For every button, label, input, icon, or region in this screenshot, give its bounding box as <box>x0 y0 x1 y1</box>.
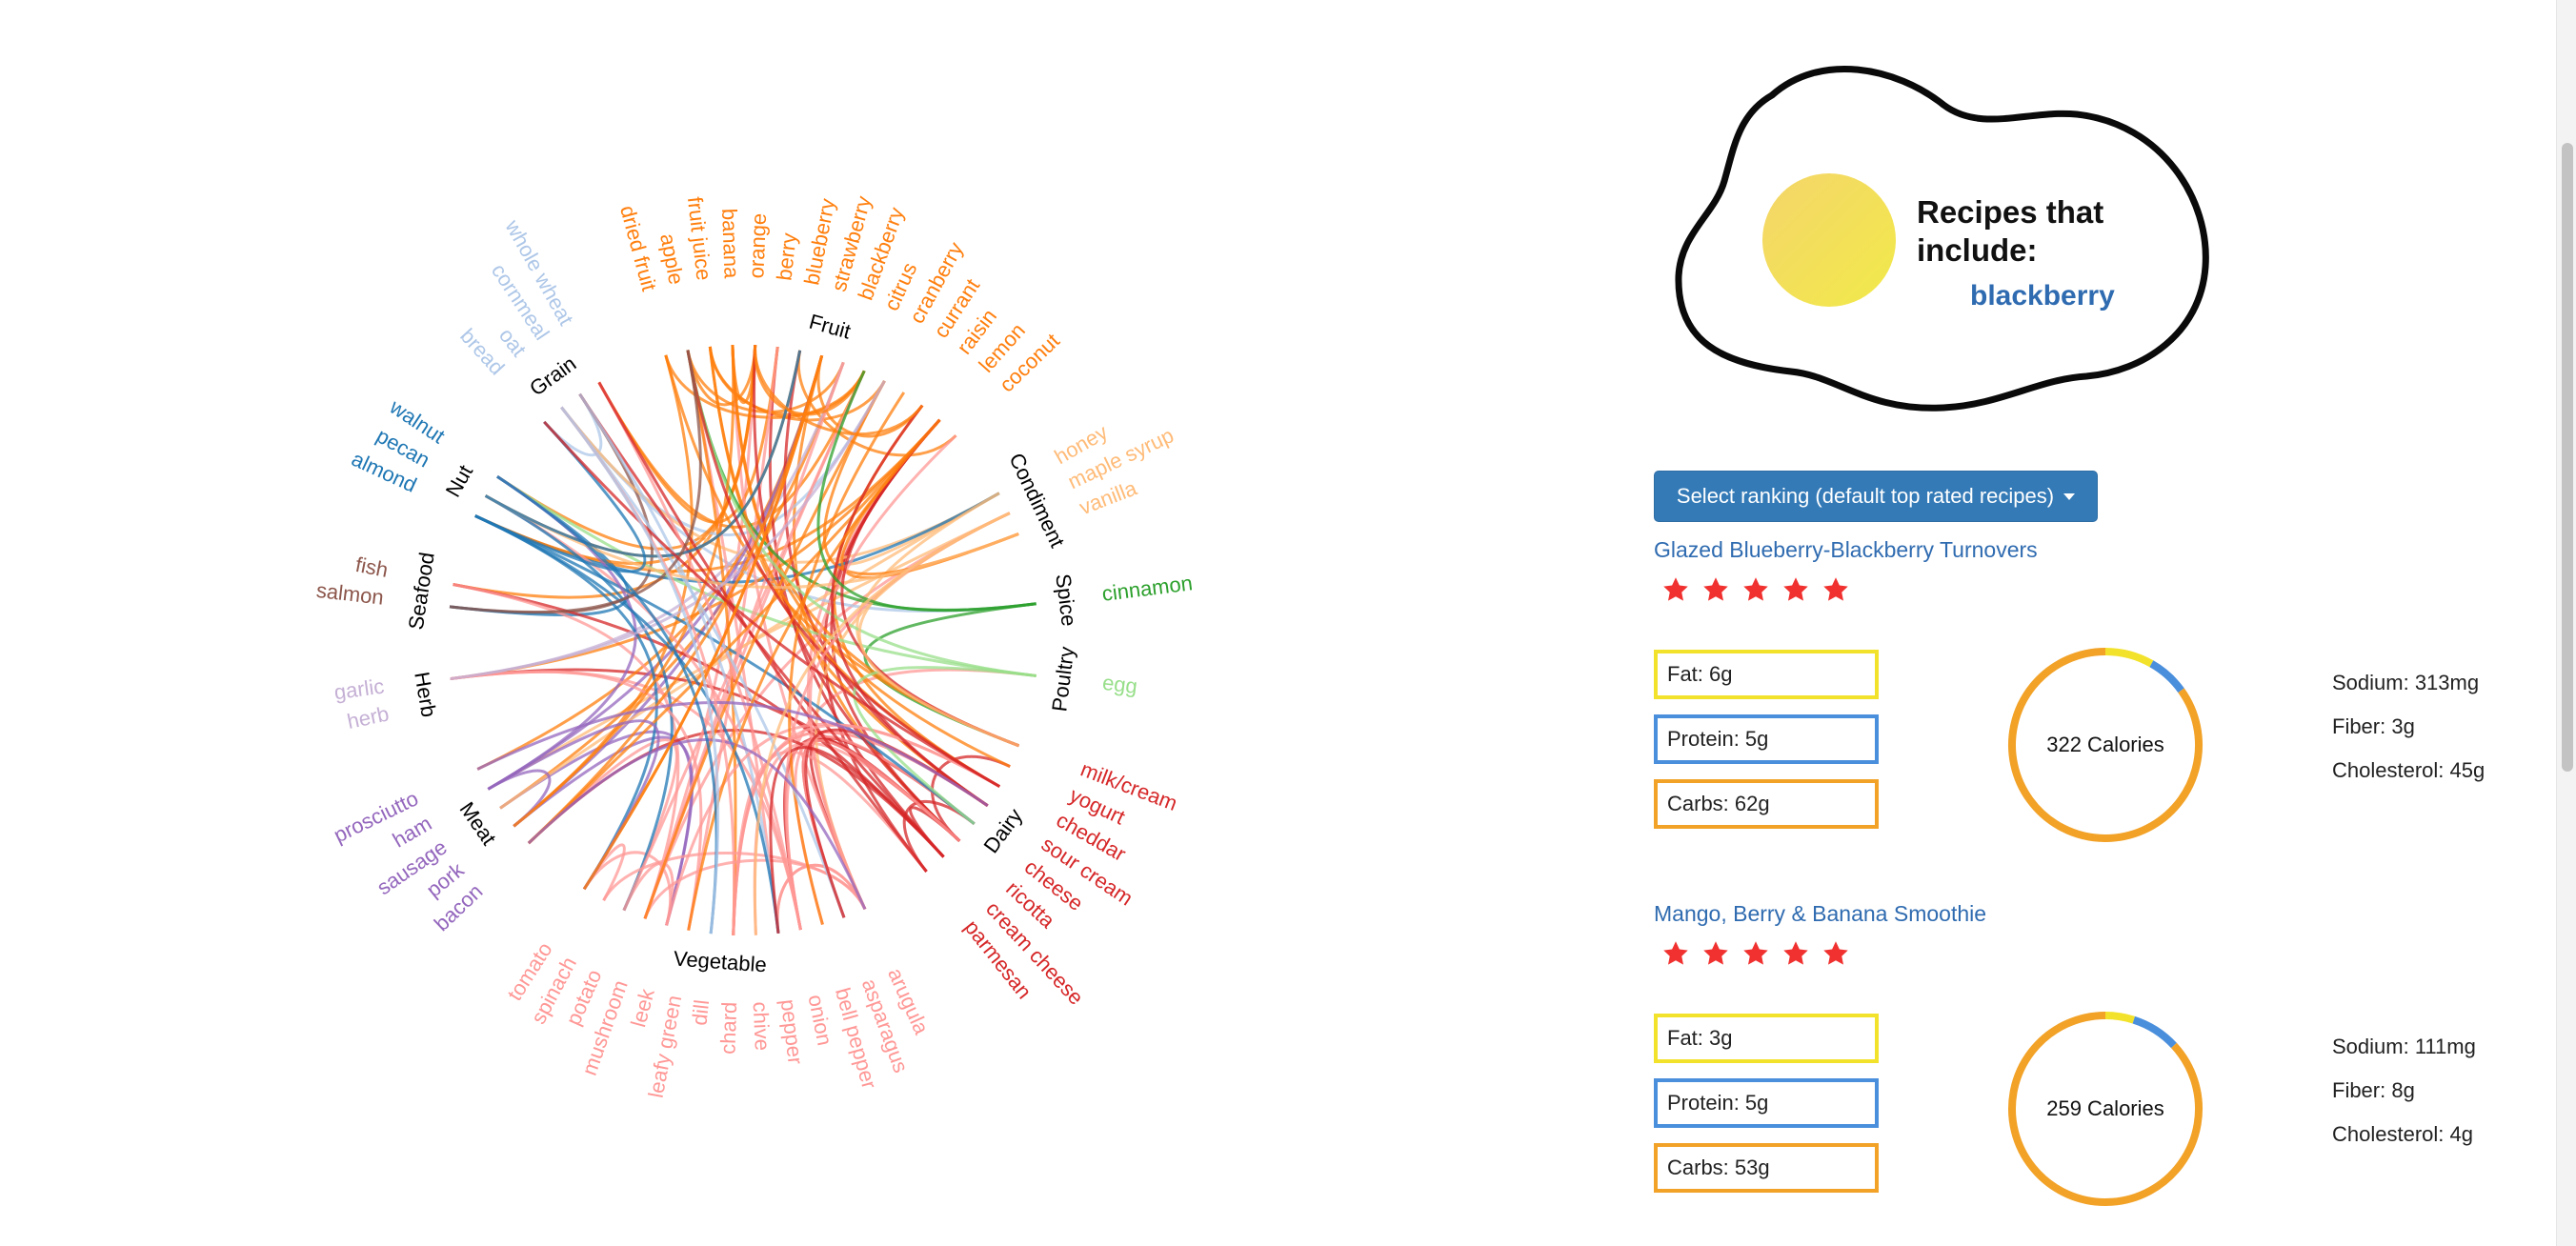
egg-yolk <box>1762 173 1896 307</box>
category-label: Spice <box>1051 573 1081 628</box>
star-icon <box>1663 941 1688 965</box>
category-label: Nut <box>441 461 478 501</box>
ingredient-label[interactable]: berry <box>772 231 801 282</box>
fat-box: Fat: 6g <box>1654 650 1879 699</box>
category-label: Grain <box>525 352 580 401</box>
fat-box: Fat: 3g <box>1654 1014 1879 1063</box>
category-label: Seafood <box>404 551 439 632</box>
sodium-stat: Sodium: 313mg <box>2332 671 2480 694</box>
category-label: Herb <box>410 670 441 718</box>
carbs-box: Carbs: 53g <box>1654 1143 1879 1193</box>
cholesterol-stat: Cholesterol: 45g <box>2332 758 2485 782</box>
fiber-stat: Fiber: 8g <box>2332 1078 2415 1102</box>
category-label: Dairy <box>978 804 1027 857</box>
star-icon <box>1783 941 1808 965</box>
ingredient-link <box>902 800 976 873</box>
ingredient-label[interactable]: fish <box>353 553 390 582</box>
ingredient-label[interactable]: dill <box>687 998 714 1026</box>
ingredient-label[interactable]: chive <box>749 1001 775 1051</box>
ingredient-label[interactable]: leek <box>626 985 659 1029</box>
star-icon <box>1783 577 1808 601</box>
ingredient-label[interactable]: apple <box>655 231 689 287</box>
calories-label: 322 Calories <box>2046 733 2164 756</box>
category-label: Poultry <box>1047 645 1078 713</box>
star-icon <box>1703 941 1728 965</box>
calories-label: 259 Calories <box>2046 1096 2164 1120</box>
ingredient-label[interactable]: garlic <box>332 674 385 705</box>
ingredient-label[interactable]: onion <box>803 993 836 1048</box>
star-icon <box>1823 941 1848 965</box>
ingredient-link <box>527 738 678 912</box>
sodium-stat: Sodium: 111mg <box>2332 1035 2476 1058</box>
star-rating <box>1661 939 1850 968</box>
scrollbar-thumb[interactable] <box>2562 143 2573 772</box>
link-layer <box>449 345 1036 935</box>
scrollbar[interactable] <box>2556 0 2576 1246</box>
ingredient-link <box>582 843 626 901</box>
carbs-box: Carbs: 62g <box>1654 779 1879 829</box>
caret-down-icon <box>2063 492 2076 500</box>
ingredient-label[interactable]: pepper <box>776 998 808 1066</box>
fiber-stat: Fiber: 3g <box>2332 714 2415 738</box>
selected-ingredient: blackberry <box>1970 280 2115 312</box>
page-title: Recipes that include: <box>1917 194 2104 268</box>
category-label: Meat <box>455 797 501 849</box>
star-icon <box>1663 577 1688 601</box>
star-rating <box>1661 575 1850 604</box>
star-icon <box>1743 941 1768 965</box>
protein-box: Protein: 5g <box>1654 714 1879 764</box>
ingredient-label[interactable]: cinnamon <box>1100 571 1194 606</box>
ingredient-label[interactable]: orange <box>744 212 771 278</box>
protein-box: Protein: 5g <box>1654 1078 1879 1128</box>
star-icon <box>1823 577 1848 601</box>
ingredient-label[interactable]: herb <box>345 701 391 734</box>
ingredient-label[interactable]: egg <box>1101 671 1138 698</box>
recipe-title-link[interactable]: Mango, Berry & Banana Smoothie <box>1654 901 1986 927</box>
ingredient-label[interactable]: chard <box>715 1001 741 1055</box>
star-icon <box>1703 577 1728 601</box>
recipe-card: Glazed Blueberry-Blackberry Turnovers Fa… <box>1654 537 2511 880</box>
ingredient-label[interactable]: banana <box>717 208 744 279</box>
ingredient-label[interactable]: dried fruit <box>615 203 661 293</box>
ingredient-label[interactable]: salmon <box>315 578 385 610</box>
recipe-title-link[interactable]: Glazed Blueberry-Blackberry Turnovers <box>1654 537 2038 563</box>
ingredient-link <box>754 345 924 436</box>
cholesterol-stat: Cholesterol: 4g <box>2332 1122 2473 1146</box>
recipe-card: Mango, Berry & Banana Smoothie Fat: 3g P… <box>1654 901 2511 1244</box>
ranking-dropdown-button[interactable]: Select ranking (default top rated recipe… <box>1654 471 2098 522</box>
ingredient-bundle-chart: FruitCondimentSpicePoultryDairyVegetable… <box>315 193 1194 1099</box>
star-icon <box>1743 577 1768 601</box>
category-label: Fruit <box>807 310 854 344</box>
ranking-button-label: Select ranking (default top rated recipe… <box>1676 484 2055 508</box>
ingredient-label[interactable]: fruit juice <box>683 195 716 281</box>
category-label: Vegetable <box>673 946 767 976</box>
